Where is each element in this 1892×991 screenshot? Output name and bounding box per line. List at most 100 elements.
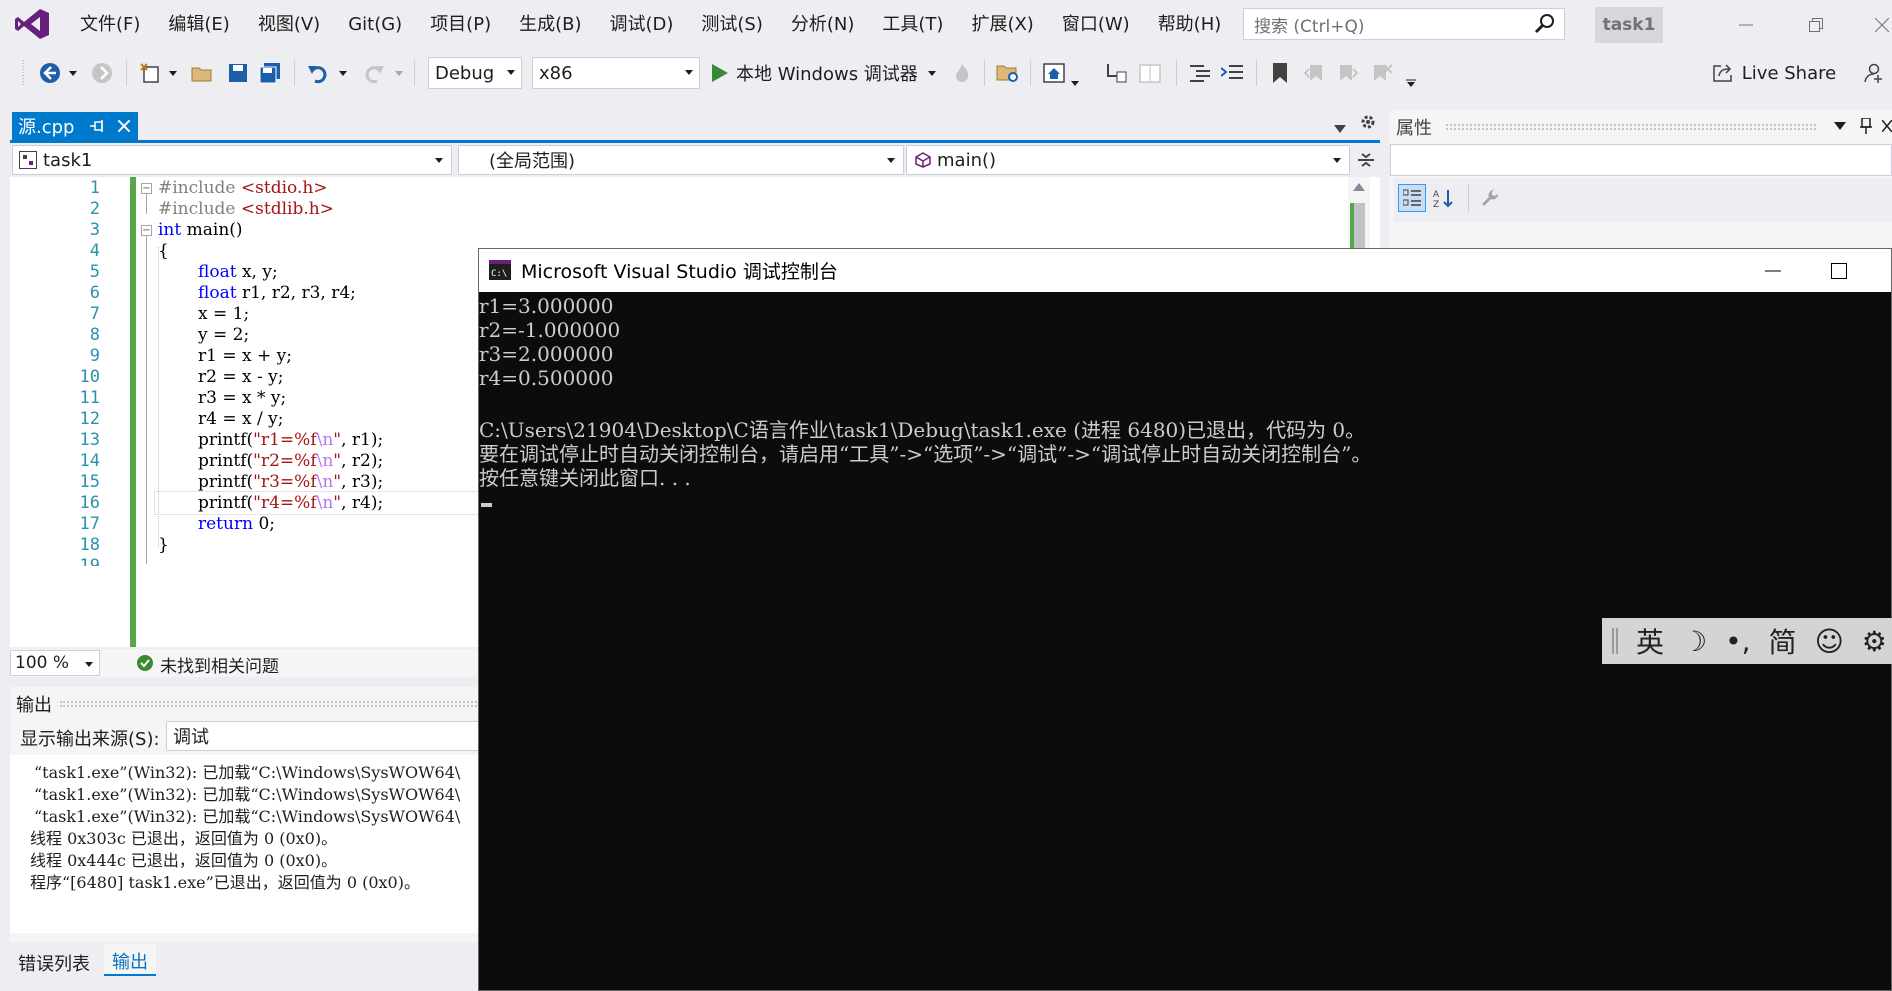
console-minimize-icon[interactable] bbox=[1765, 270, 1781, 272]
tab-source-cpp[interactable]: 源.cpp bbox=[12, 112, 138, 140]
person-icon bbox=[1864, 63, 1882, 83]
toggle-bookmark-button[interactable] bbox=[1266, 58, 1294, 88]
tab-label: 源.cpp bbox=[18, 117, 75, 138]
console-title-bar[interactable]: C:\ Microsoft Visual Studio 调试控制台 bbox=[479, 249, 1891, 292]
fold-toggle[interactable]: − bbox=[141, 183, 152, 194]
search-placeholder: 搜索 (Ctrl+Q) bbox=[1254, 16, 1365, 37]
comment-lines-button[interactable] bbox=[1218, 58, 1246, 88]
close-window-button[interactable] bbox=[1862, 8, 1892, 42]
line-number: 12 bbox=[79, 409, 100, 429]
search-input[interactable]: 搜索 (Ctrl+Q) bbox=[1243, 8, 1565, 40]
menu-extensions[interactable]: 扩展(X) bbox=[957, 0, 1047, 50]
navigate-forward-button[interactable] bbox=[88, 58, 116, 88]
svg-text:A: A bbox=[1433, 190, 1440, 200]
browse-dropdown[interactable] bbox=[1068, 68, 1082, 98]
close-tab-icon[interactable] bbox=[118, 120, 130, 132]
tab-overflow-button[interactable] bbox=[1334, 118, 1346, 138]
menu-tools[interactable]: 工具(T) bbox=[868, 0, 957, 50]
find-in-files-button[interactable] bbox=[994, 58, 1022, 88]
next-bookmark-button[interactable] bbox=[1334, 58, 1362, 88]
save-all-button[interactable] bbox=[256, 58, 284, 88]
new-project-button[interactable] bbox=[136, 58, 164, 88]
output-text-area[interactable]: “task1.exe”(Win32): 已加载“C:\Windows\SysWO… bbox=[10, 755, 480, 933]
tab-output[interactable]: 输出 bbox=[104, 944, 156, 976]
fold-toggle[interactable]: − bbox=[141, 225, 152, 236]
hot-reload-button[interactable] bbox=[950, 58, 974, 88]
redo-button[interactable] bbox=[360, 58, 388, 88]
close-icon[interactable] bbox=[1882, 120, 1892, 132]
pin-icon[interactable] bbox=[90, 119, 104, 133]
chevron-down-icon[interactable] bbox=[1834, 122, 1846, 130]
browse-button[interactable] bbox=[1040, 58, 1068, 88]
menu-window[interactable]: 窗口(W) bbox=[1048, 0, 1144, 50]
solution-configuration-combo[interactable]: Debug bbox=[428, 57, 522, 89]
menu-edit[interactable]: 编辑(E) bbox=[154, 0, 243, 50]
gear-icon[interactable]: ⚙ bbox=[1862, 625, 1887, 658]
debug-target-label: 本地 Windows 调试器 bbox=[736, 64, 918, 85]
output-line: “task1.exe”(Win32): 已加载“C:\Windows\SysWO… bbox=[34, 785, 461, 804]
live-share-button[interactable]: Live Share bbox=[1710, 58, 1838, 88]
line-number: 14 bbox=[79, 451, 100, 471]
menu-project[interactable]: 项目(P) bbox=[416, 0, 505, 50]
split-editor-button[interactable] bbox=[1354, 147, 1378, 173]
undo-button[interactable] bbox=[304, 58, 332, 88]
back-dropdown[interactable] bbox=[66, 58, 80, 88]
console-maximize-icon[interactable] bbox=[1831, 263, 1847, 279]
property-pages-button[interactable] bbox=[1476, 184, 1504, 212]
ime-simplified-toggle[interactable]: 简 bbox=[1769, 621, 1797, 661]
properties-object-combo[interactable] bbox=[1390, 144, 1892, 176]
visual-studio-logo-icon[interactable] bbox=[14, 8, 50, 40]
zoom-value: 100 % bbox=[15, 653, 70, 673]
solution-platform-combo[interactable]: x86 bbox=[532, 57, 700, 89]
categorized-button[interactable] bbox=[1398, 184, 1426, 212]
tab-error-list[interactable]: 错误列表 bbox=[18, 950, 90, 976]
menu-file[interactable]: 文件(F) bbox=[66, 0, 154, 50]
restore-button[interactable] bbox=[1796, 8, 1836, 42]
punctuation-icon[interactable]: •, bbox=[1725, 625, 1750, 658]
grip-icon[interactable] bbox=[1612, 628, 1618, 654]
settings-button[interactable] bbox=[1360, 114, 1376, 135]
navigate-back-button[interactable] bbox=[36, 58, 64, 88]
console-output-line: r3=2.000000 bbox=[479, 342, 614, 366]
panel-drag-grip[interactable] bbox=[1446, 124, 1816, 130]
minimize-button[interactable] bbox=[1726, 8, 1766, 42]
issues-status[interactable]: 未找到相关问题 bbox=[160, 652, 279, 677]
menu-analyze[interactable]: 分析(N) bbox=[777, 0, 869, 50]
clear-bookmarks-button[interactable] bbox=[1368, 58, 1396, 88]
member-nav-combo[interactable]: main() bbox=[906, 145, 1350, 175]
menu-view[interactable]: 视图(V) bbox=[244, 0, 334, 50]
scope-nav-combo[interactable]: (全局范围) bbox=[458, 145, 904, 175]
moon-icon[interactable]: ☽ bbox=[1682, 625, 1707, 658]
menu-debug[interactable]: 调试(D) bbox=[596, 0, 688, 50]
ime-language-toggle[interactable]: 英 bbox=[1636, 621, 1664, 661]
menu-build[interactable]: 生成(B) bbox=[505, 0, 595, 50]
smile-icon[interactable]: ☺ bbox=[1815, 625, 1844, 658]
gear-icon bbox=[1361, 115, 1375, 129]
save-button[interactable] bbox=[224, 58, 252, 88]
new-project-dropdown[interactable] bbox=[166, 58, 180, 88]
toolbar-grip[interactable] bbox=[20, 58, 26, 88]
menu-test[interactable]: 测试(S) bbox=[687, 0, 776, 50]
panel-drag-grip[interactable] bbox=[60, 701, 480, 707]
pin-icon[interactable] bbox=[1860, 118, 1872, 134]
step-into-button[interactable] bbox=[1102, 58, 1130, 88]
zoom-combo[interactable]: 100 % bbox=[10, 650, 100, 676]
previous-bookmark-button[interactable] bbox=[1300, 58, 1328, 88]
menu-git[interactable]: Git(G) bbox=[334, 0, 416, 50]
project-nav-combo[interactable]: task1 bbox=[12, 145, 452, 175]
open-file-button[interactable] bbox=[188, 58, 216, 88]
format-document-button[interactable] bbox=[1186, 58, 1214, 88]
start-debugging-button[interactable]: 本地 Windows 调试器 bbox=[712, 58, 942, 88]
alphabetical-button[interactable]: AZ bbox=[1430, 184, 1458, 212]
toolbar-overflow-button[interactable] bbox=[1404, 68, 1418, 98]
redo-dropdown[interactable] bbox=[392, 58, 406, 88]
chevron-down-icon bbox=[887, 158, 895, 163]
solution-name-badge[interactable]: task1 bbox=[1595, 7, 1663, 43]
output-source-combo[interactable]: 调试 bbox=[166, 721, 480, 751]
layout-button[interactable] bbox=[1136, 58, 1164, 88]
account-button[interactable] bbox=[1860, 58, 1888, 88]
fold-guide bbox=[146, 194, 147, 214]
menu-help[interactable]: 帮助(H) bbox=[1144, 0, 1236, 50]
scrollbar-thumb[interactable] bbox=[1353, 203, 1365, 253]
undo-dropdown[interactable] bbox=[336, 58, 350, 88]
